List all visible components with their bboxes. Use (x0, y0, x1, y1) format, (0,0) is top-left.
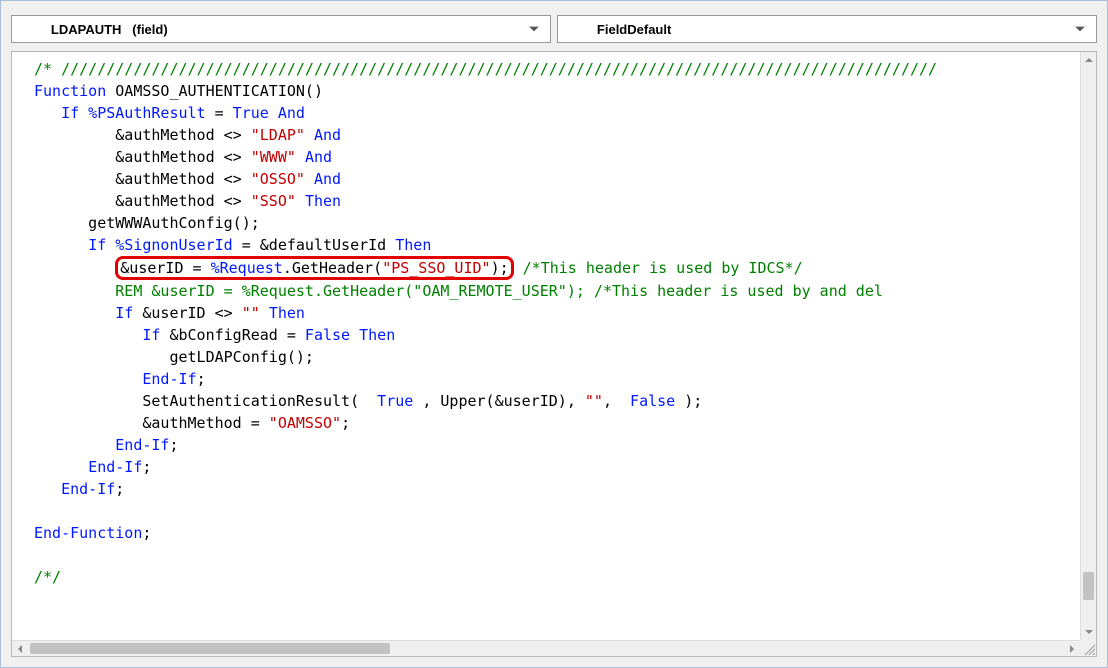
code-editor[interactable]: /* /////////////////////////////////////… (11, 51, 1097, 657)
var: &authMethod (34, 414, 251, 432)
highlighted-line: &userID = %Request.GetHeader("PS_SSO_UID… (115, 256, 513, 280)
chevron-down-icon (1072, 21, 1088, 37)
keyword: If (115, 304, 133, 322)
resize-grip-icon[interactable] (1083, 643, 1095, 655)
scroll-down-icon[interactable] (1081, 624, 1097, 640)
object-dropdown[interactable]: LDAPAUTH (field) (11, 15, 551, 43)
keyword: And (314, 126, 341, 144)
string: "WWW" (242, 148, 305, 166)
var: &defaultUserId (251, 236, 396, 254)
vertical-scroll-thumb[interactable] (1083, 572, 1094, 600)
string: "LDAP" (242, 126, 314, 144)
operator: = (251, 414, 260, 432)
keyword: False (296, 326, 359, 344)
string: "OSSO" (242, 170, 314, 188)
vertical-scrollbar[interactable] (1080, 52, 1096, 640)
keyword: If (88, 236, 106, 254)
window-frame: LDAPAUTH (field) FieldDefault /* ///////… (0, 0, 1108, 668)
operator: = (242, 236, 251, 254)
keyword: And (278, 104, 305, 122)
var: &userID (133, 304, 214, 322)
operator: <> (215, 304, 233, 322)
call: , (603, 392, 621, 410)
keyword: Then (269, 304, 305, 322)
rem-body: &userID = %Request.GetHeader("OAM_REMOTE… (142, 282, 883, 300)
scroll-up-icon[interactable] (1081, 52, 1097, 68)
keyword: If (61, 104, 79, 122)
scroll-left-icon[interactable] (12, 641, 28, 657)
var: &bConfigRead (160, 326, 286, 344)
event-dropdown[interactable]: FieldDefault (557, 15, 1097, 43)
keyword: End-If (142, 370, 196, 388)
function-name: OAMSSO_AUTHENTICATION() (106, 82, 323, 100)
horizontal-scroll-thumb[interactable] (30, 643, 390, 654)
comment: /*This header is used by IDCS*/ (514, 259, 803, 277)
keyword: And (314, 170, 341, 188)
keyword: Function (34, 82, 106, 100)
keyword: End-If (115, 436, 169, 454)
horizontal-scrollbar[interactable] (12, 640, 1080, 656)
keyword: And (305, 148, 332, 166)
keyword: End-If (88, 458, 142, 476)
object-dropdown-label: LDAPAUTH (field) (22, 7, 168, 52)
dropdown-row: LDAPAUTH (field) FieldDefault (1, 1, 1107, 49)
operator: <> (224, 126, 242, 144)
string: "OAMSSO" (260, 414, 341, 432)
expr: &authMethod (34, 192, 224, 210)
operator: <> (224, 192, 242, 210)
keyword: True (368, 392, 422, 410)
string: "" (233, 304, 269, 322)
code-content[interactable]: /* /////////////////////////////////////… (34, 58, 1080, 588)
expr: &authMethod (34, 170, 224, 188)
call: getLDAPConfig(); (34, 348, 314, 366)
expr: &authMethod (34, 148, 224, 166)
sys-var: %SignonUserId (106, 236, 241, 254)
keyword: True (224, 104, 278, 122)
comment-line: /*/ (34, 568, 61, 586)
keyword: Then (305, 192, 341, 210)
call: ); (684, 392, 702, 410)
sys-var: %PSAuthResult (79, 104, 214, 122)
event-dropdown-label: FieldDefault (568, 7, 671, 52)
operator: = (215, 104, 224, 122)
operator: <> (224, 148, 242, 166)
keyword: False (621, 392, 684, 410)
code-viewport[interactable]: /* /////////////////////////////////////… (12, 52, 1080, 640)
expr: &authMethod (34, 126, 224, 144)
string: "SSO" (242, 192, 305, 210)
keyword: End-If (61, 480, 115, 498)
chevron-down-icon (526, 21, 542, 37)
keyword: Then (359, 326, 395, 344)
scroll-right-icon[interactable] (1064, 641, 1080, 657)
operator: <> (224, 170, 242, 188)
scroll-corner (1080, 640, 1096, 656)
comment-line: /* /////////////////////////////////////… (34, 60, 937, 78)
call: getWWWAuthConfig(); (34, 214, 260, 232)
call: , Upper(&userID), (422, 392, 585, 410)
keyword: Then (395, 236, 431, 254)
keyword: End-Function (34, 524, 142, 542)
rem-keyword: REM (115, 282, 142, 300)
call: SetAuthenticationResult( (34, 392, 368, 410)
operator: = (287, 326, 296, 344)
keyword: If (142, 326, 160, 344)
